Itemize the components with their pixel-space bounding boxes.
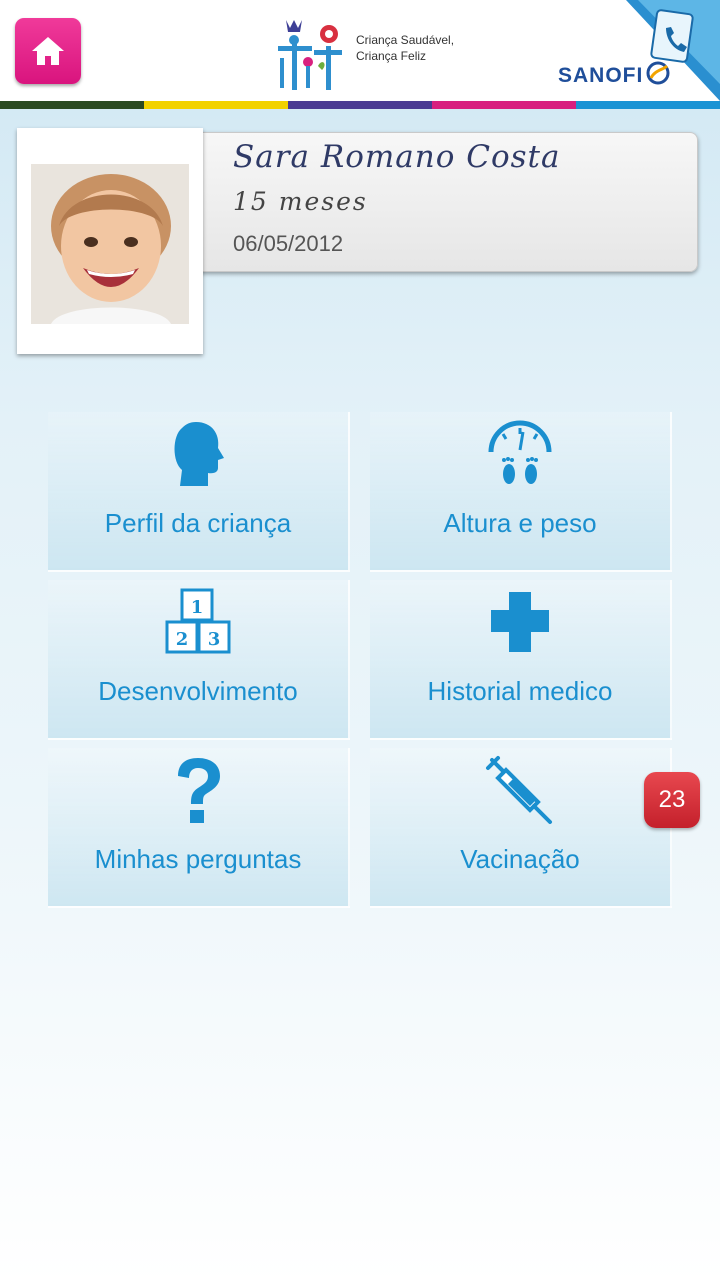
- vaccination-count-badge: 23: [644, 772, 700, 828]
- menu-tile-perfil[interactable]: Perfil da criança: [48, 412, 350, 572]
- child-face-icon: [31, 164, 189, 324]
- menu-tile-desenvolvimento[interactable]: 1 2 3 Desenvolvimento: [48, 580, 350, 740]
- svg-text:2: 2: [176, 629, 189, 650]
- contact-corner-button[interactable]: [620, 0, 720, 101]
- logo-line-1: Criança Saudável,: [356, 33, 455, 47]
- menu-label: Perfil da criança: [104, 508, 292, 538]
- color-stripe: [0, 101, 720, 109]
- home-button[interactable]: [15, 18, 81, 84]
- home-icon: [32, 37, 64, 65]
- child-info-card[interactable]: Sara Romano Costa 15 meses 06/05/2012: [200, 132, 698, 272]
- menu-tile-perguntas[interactable]: Minhas perguntas: [48, 748, 350, 908]
- menu-label: Altura e peso: [443, 508, 597, 538]
- svg-text:1: 1: [191, 597, 204, 618]
- svg-text:3: 3: [208, 629, 221, 650]
- child-age: 15 meses: [233, 187, 368, 216]
- child-photo: [31, 164, 189, 324]
- syringe-icon: [486, 756, 552, 824]
- child-photo-frame[interactable]: [17, 128, 203, 354]
- app-header: Criança Saudável, Criança Feliz SANOFI: [0, 0, 720, 101]
- menu-tile-historial[interactable]: Historial medico: [370, 580, 672, 740]
- logo-figures-icon: [278, 20, 342, 90]
- menu-label: Vacinação: [460, 844, 580, 874]
- question-mark-icon: [178, 758, 220, 823]
- medical-cross-icon: [491, 592, 549, 652]
- menu-tile-altura-peso[interactable]: Altura e peso: [370, 412, 672, 572]
- child-birthdate: 06/05/2012: [233, 231, 344, 256]
- child-name: Sara Romano Costa: [233, 139, 561, 175]
- logo-text: Criança Saudável, Criança Feliz: [356, 32, 454, 64]
- menu-label: Historial medico: [427, 676, 613, 706]
- menu-label: Minhas perguntas: [94, 844, 302, 874]
- logo-line-2: Criança Feliz: [356, 49, 427, 63]
- blocks-123-icon: 1 2 3: [165, 588, 231, 654]
- menu-label: Desenvolvimento: [98, 676, 298, 706]
- menu-tile-vacinacao[interactable]: Vacinação: [370, 748, 672, 908]
- child-head-icon: [174, 422, 224, 486]
- scale-feet-icon: [488, 420, 552, 484]
- app-logo: Criança Saudável, Criança Feliz: [272, 14, 472, 98]
